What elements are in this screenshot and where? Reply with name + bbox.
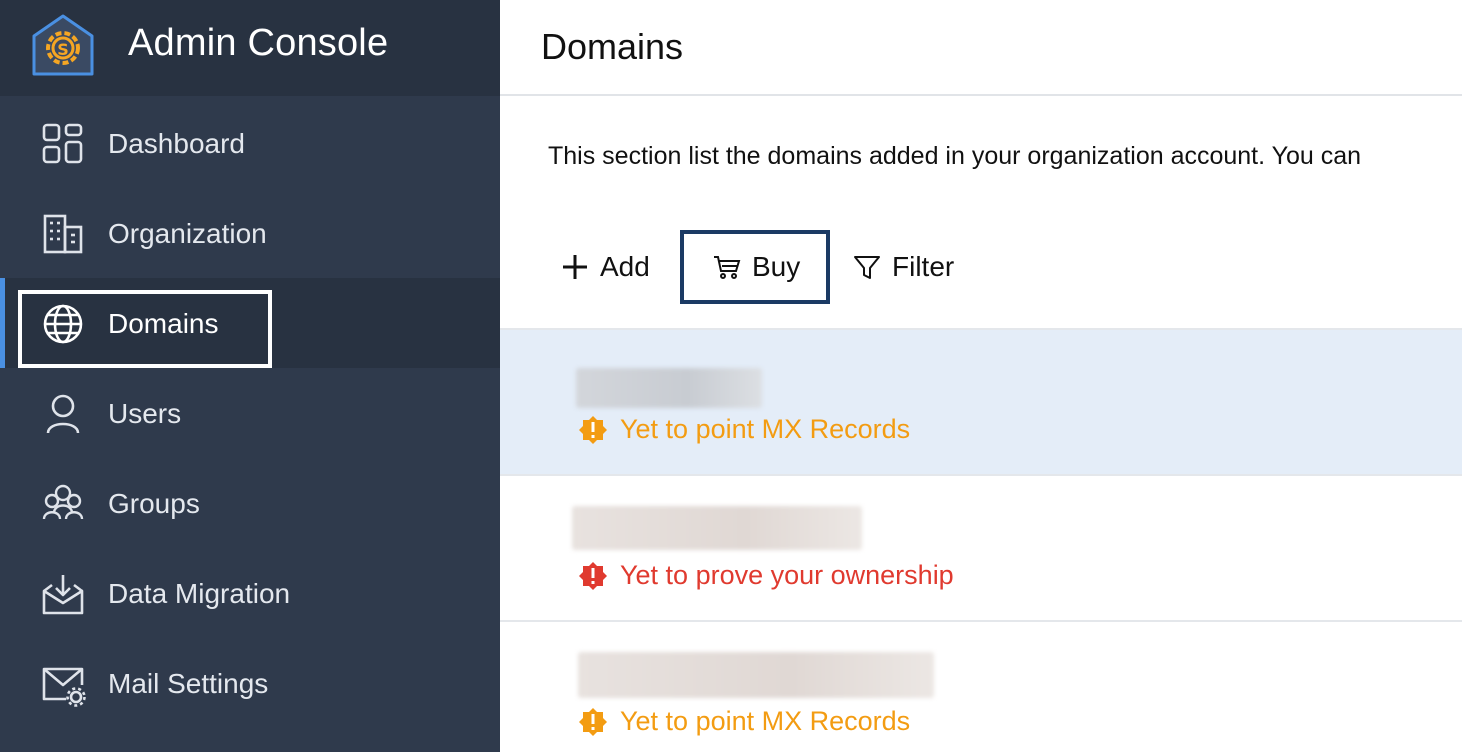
domain-status: Yet to point MX Records — [578, 414, 910, 445]
group-icon — [42, 484, 84, 520]
domain-status: Yet to point MX Records — [578, 706, 910, 737]
sidebar-item-users[interactable]: Users — [0, 368, 500, 458]
sidebar-item-label: Organization — [108, 218, 267, 249]
warning-badge-icon — [579, 707, 607, 736]
redacted-domain-name — [578, 652, 934, 698]
sidebar-item-label: Dashboard — [108, 128, 245, 159]
filter-button-label: Filter — [892, 251, 955, 282]
redacted-domain-name — [576, 368, 762, 408]
mail-settings-icon — [42, 667, 86, 707]
plus-icon — [563, 255, 587, 279]
sidebar-item-label: Data Migration — [108, 578, 291, 609]
inbox-download-icon — [42, 575, 84, 615]
sidebar-item-organization[interactable]: Organization — [0, 188, 500, 278]
redacted-domain-name — [572, 506, 862, 550]
brand-header: S Admin Console — [0, 0, 500, 96]
buy-button-label: Buy — [752, 251, 801, 282]
warning-badge-icon — [579, 415, 607, 444]
buy-button[interactable]: Buy — [680, 230, 830, 304]
admin-console-logo-icon[interactable]: S — [28, 10, 98, 80]
page-description: This section list the domains added in y… — [548, 142, 1362, 170]
page-title: Domains — [541, 26, 684, 67]
sidebar-item-label: Mail Settings — [108, 668, 269, 699]
domain-status-text: Yet to point MX Records — [620, 414, 911, 444]
add-button-label: Add — [600, 251, 650, 282]
domain-row[interactable]: Yet to point MX Records — [500, 328, 1462, 476]
sidebar-item-data-migration[interactable]: Data Migration — [0, 548, 500, 638]
domain-row[interactable]: Yet to point MX Records — [500, 622, 1462, 752]
focus-highlight — [18, 290, 272, 368]
svg-text:S: S — [57, 40, 69, 59]
domain-status-text: Yet to prove your ownership — [620, 560, 954, 590]
filter-icon — [854, 256, 880, 279]
sidebar: S Admin Console Dashboard Organization D… — [0, 0, 500, 752]
sidebar-item-dashboard[interactable]: Dashboard — [0, 98, 500, 188]
cart-icon — [714, 256, 741, 279]
domain-row[interactable]: Yet to prove your ownership — [500, 476, 1462, 622]
filter-button[interactable]: Filter — [852, 230, 954, 304]
sidebar-item-groups[interactable]: Groups — [0, 458, 500, 548]
domain-status: Yet to prove your ownership — [578, 560, 954, 591]
sidebar-item-label: Groups — [108, 488, 200, 519]
domain-status-text: Yet to point MX Records — [620, 706, 911, 736]
page-header: Domains — [500, 0, 1462, 96]
sidebar-item-mail-settings[interactable]: Mail Settings — [0, 638, 500, 728]
dashboard-icon — [42, 123, 83, 164]
add-button[interactable]: Add — [560, 230, 650, 304]
app-title: Admin Console — [128, 22, 389, 64]
user-icon — [46, 394, 80, 434]
building-icon — [43, 214, 83, 254]
sidebar-item-label: Users — [108, 398, 182, 429]
error-badge-icon — [579, 561, 607, 590]
